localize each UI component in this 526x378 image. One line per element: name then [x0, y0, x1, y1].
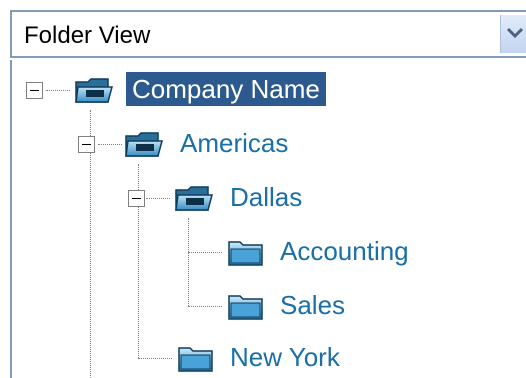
folder-tree: Company Name Americas Dallas Accounting …	[10, 60, 526, 378]
folder-closed-icon	[178, 347, 213, 372]
folder-view-dropdown[interactable]: Folder View	[10, 10, 526, 58]
tree-node-label: Americas	[180, 128, 289, 158]
folder-open-icon	[75, 78, 113, 103]
folder-closed-icon	[228, 295, 263, 320]
tree-connector	[138, 358, 172, 359]
tree-node-label: New York	[230, 342, 340, 372]
tree-connector	[146, 198, 170, 199]
tree-node-label: Accounting	[280, 236, 409, 266]
folder-open-icon	[175, 186, 213, 211]
collapse-toggle[interactable]	[78, 136, 95, 153]
collapse-toggle[interactable]	[128, 190, 145, 207]
tree-connector	[188, 252, 222, 253]
tree-node-label: Company Name	[126, 72, 326, 106]
folder-view-panel: Folder View Company Name Americas Dallas…	[0, 0, 526, 378]
tree-connector	[98, 144, 122, 145]
dropdown-value: Folder View	[24, 22, 151, 49]
folder-closed-icon	[228, 241, 263, 266]
tree-connector	[46, 90, 70, 91]
tree-node-label: Dallas	[230, 182, 303, 212]
folder-open-icon	[125, 132, 163, 157]
tree-connector	[188, 218, 189, 306]
collapse-toggle[interactable]	[26, 82, 43, 99]
dropdown-button[interactable]	[500, 15, 526, 53]
tree-connector	[188, 306, 222, 307]
tree-node-label: Sales	[280, 290, 346, 320]
chevron-down-icon	[506, 27, 524, 39]
